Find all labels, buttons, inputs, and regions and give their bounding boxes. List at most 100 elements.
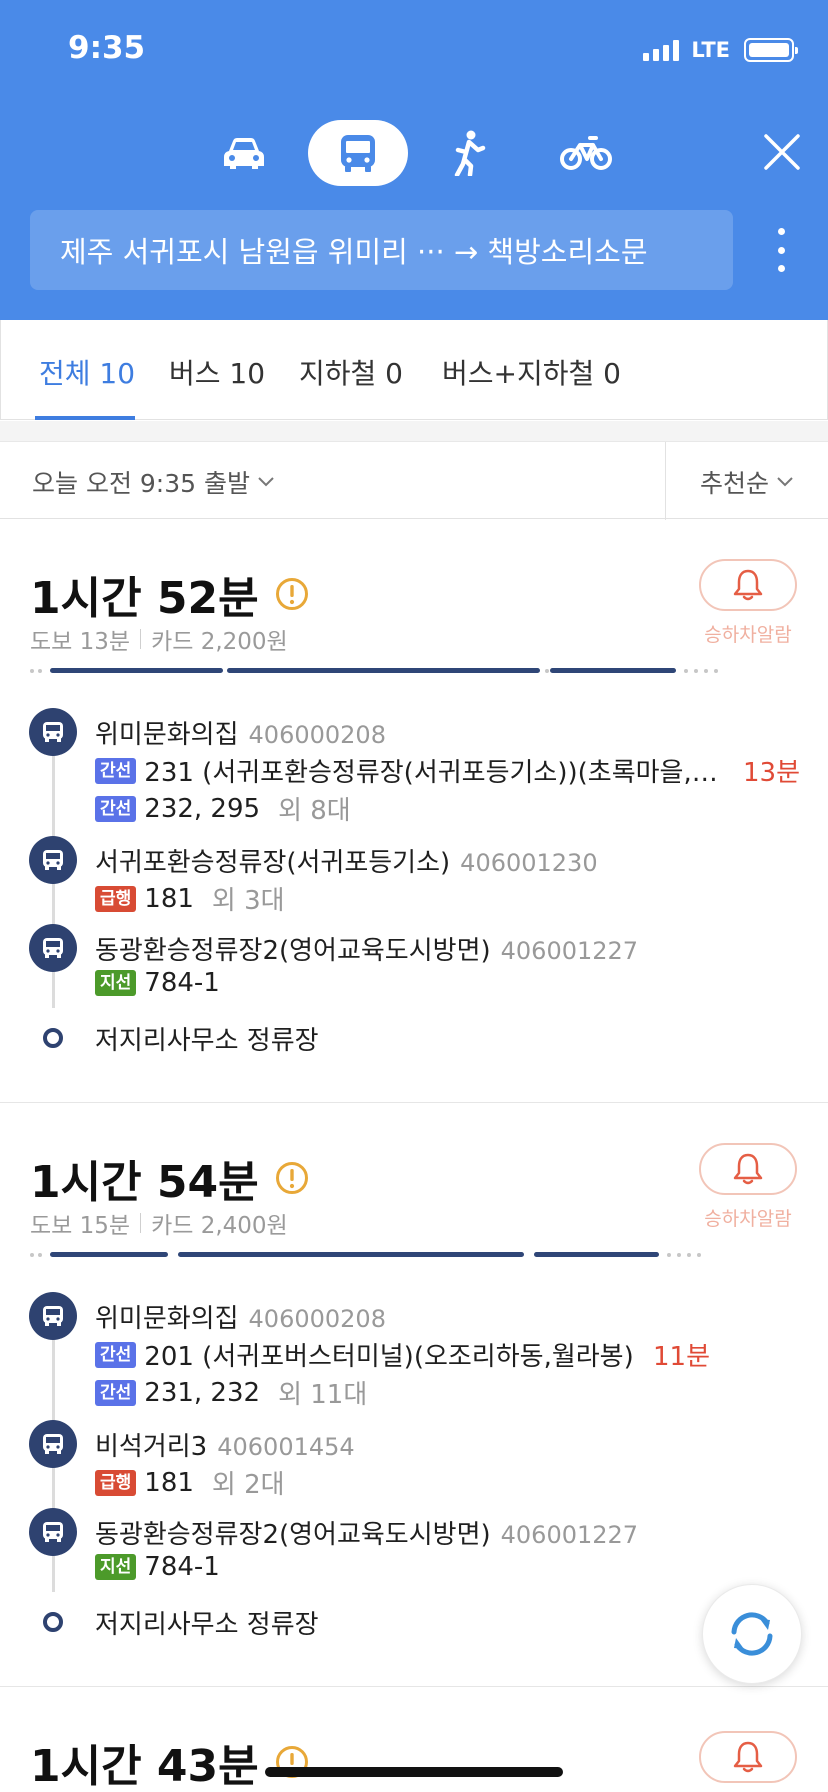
sort-dropdown[interactable]: 추천순	[700, 464, 793, 500]
stop-name: 서귀포환승정류장(서귀포등기소)	[95, 848, 451, 878]
other-buses: 외 2대	[211, 1470, 285, 1500]
branch-badge: 지선	[95, 970, 137, 996]
stop-id: 406001454	[217, 1433, 355, 1461]
bus-line: 간선 232, 295 외 8대	[95, 790, 351, 827]
refresh-button[interactable]	[702, 1584, 802, 1684]
bus-line: 지선 784-1	[95, 1552, 220, 1582]
bus-icon	[29, 924, 77, 972]
status-time: 9:35	[68, 30, 146, 66]
stop-name: 위미문화의집	[95, 720, 239, 750]
other-buses: 외 11대	[278, 1380, 368, 1410]
divider	[665, 442, 666, 520]
mode-bus-button[interactable]	[308, 120, 408, 186]
route-duration: 1시간 54분	[30, 1146, 309, 1210]
stop-name: 동광환승정류장2(영어교육도시방면)	[95, 936, 491, 966]
more-vertical-icon[interactable]	[770, 228, 792, 272]
bell-icon	[733, 569, 763, 601]
close-icon	[764, 134, 800, 170]
filter-tabs: 전체 10 버스 10 지하철 0 버스+지하철 0	[0, 320, 828, 420]
stop-name: 비석거리3	[95, 1432, 208, 1462]
car-icon	[224, 138, 264, 169]
bus-line: 급행 181 외 3대	[95, 880, 285, 917]
active-tab-indicator	[35, 416, 135, 420]
warning-icon[interactable]	[275, 577, 309, 611]
arrival-time: 13분	[743, 758, 801, 788]
bus-icon	[29, 1292, 77, 1340]
warning-icon[interactable]	[275, 1161, 309, 1195]
bus-line: 지선 784-1	[95, 968, 220, 998]
status-indicators: LTE	[643, 38, 798, 62]
chevron-down-icon	[777, 477, 793, 487]
bus-icon	[29, 708, 77, 756]
mode-bike-button[interactable]	[558, 120, 614, 186]
boarding-alarm-label: 승하차알람	[704, 1208, 792, 1230]
bus-number: 232, 295	[144, 793, 261, 824]
bus-number: 201 (서귀포버스터미널)(오조리하동,월라봉)	[144, 1342, 634, 1372]
route-subinfo: 도보 15분 카드 2,400원	[30, 1206, 288, 1240]
express-badge: 급행	[95, 885, 137, 912]
walk-time: 도보 15분	[30, 1213, 131, 1239]
destination-dot-icon	[43, 1612, 63, 1632]
destination-name: 저지리사무소 정류장	[95, 1026, 319, 1056]
route-progress-bar	[30, 668, 730, 674]
boarding-alarm-button[interactable]	[699, 1143, 797, 1195]
bus-line: 급행 181 외 2대	[95, 1464, 285, 1501]
bus-line: 간선 231, 232 외 11대	[95, 1374, 367, 1411]
route-card[interactable]: 1시간 52분 도보 13분 카드 2,200원 승하차알람 위미문화의집 406…	[0, 559, 828, 1102]
tab-subway[interactable]: 지하철 0	[299, 352, 403, 392]
bus-icon	[29, 1420, 77, 1468]
route-progress-bar	[30, 1252, 730, 1258]
tab-bus[interactable]: 버스 10	[169, 352, 265, 392]
departure-time-dropdown[interactable]: 오늘 오전 9:35 출발	[32, 464, 274, 500]
sort-label: 추천순	[700, 469, 770, 498]
stop-id: 406000208	[248, 721, 386, 749]
route-summary[interactable]: 제주 서귀포시 남원읍 위미리 ··· → 책방소리소문	[30, 210, 733, 290]
bus-icon	[29, 1508, 77, 1556]
tab-bus-subway[interactable]: 버스+지하철 0	[442, 352, 621, 392]
boarding-alarm-button[interactable]	[699, 1731, 797, 1783]
other-buses: 외 3대	[211, 886, 285, 916]
bicycle-icon	[560, 136, 612, 170]
bus-number: 784-1	[144, 968, 220, 998]
refresh-icon	[731, 1612, 773, 1656]
bus-number: 231 (서귀포환승정류장(서귀포등기소))(초록마을,…	[144, 758, 718, 788]
card-divider	[0, 1102, 828, 1103]
network-type: LTE	[691, 38, 730, 62]
mode-car-button[interactable]	[214, 120, 274, 186]
home-indicator[interactable]	[265, 1767, 563, 1777]
stop-id: 406001230	[460, 849, 598, 877]
header: 9:35 LTE 제주 서귀포시 남원읍 위미리 ··· → 책방소리소문	[0, 0, 828, 320]
arrival-time: 11분	[653, 1342, 711, 1372]
fare: 카드 2,400원	[151, 1213, 288, 1239]
walk-time: 도보 13분	[30, 629, 131, 655]
bus-number: 181	[144, 883, 194, 914]
trunk-badge: 간선	[95, 757, 137, 784]
boarding-alarm-label: 승하차알람	[704, 624, 792, 646]
boarding-alarm-button[interactable]	[699, 559, 797, 611]
stop-name: 동광환승정류장2(영어교육도시방면)	[95, 1520, 491, 1550]
bus-icon	[341, 135, 375, 172]
walking-icon	[454, 130, 486, 176]
route-card[interactable]: 1시간 54분 도보 15분 카드 2,400원 승하차알람 위미문화의집 406…	[0, 1143, 828, 1686]
card-divider	[0, 1686, 828, 1687]
battery-icon	[744, 38, 798, 62]
destination-dot-icon	[43, 1028, 63, 1048]
bell-icon	[733, 1153, 763, 1185]
bell-icon	[733, 1741, 763, 1773]
section-gap	[0, 421, 828, 441]
filter-row: 오늘 오전 9:35 출발 추천순	[0, 441, 828, 520]
other-buses: 외 8대	[278, 796, 351, 826]
route-duration: 1시간 52분	[30, 562, 309, 626]
route-card[interactable]: 1시간 43분	[0, 1730, 828, 1792]
destination-name: 저지리사무소 정류장	[95, 1610, 319, 1640]
bus-line: 간선 231 (서귀포환승정류장(서귀포등기소))(초록마을,…	[95, 752, 720, 789]
signal-icon	[643, 39, 680, 61]
close-button[interactable]	[760, 130, 804, 174]
bus-number: 231, 232	[144, 1377, 261, 1408]
stop-id: 406001227	[500, 1521, 639, 1549]
bus-number: 181	[144, 1467, 194, 1498]
stop-id: 406000208	[248, 1305, 386, 1333]
express-badge: 급행	[95, 1469, 137, 1496]
tab-all[interactable]: 전체 10	[39, 352, 135, 392]
mode-walk-button[interactable]	[444, 120, 494, 186]
